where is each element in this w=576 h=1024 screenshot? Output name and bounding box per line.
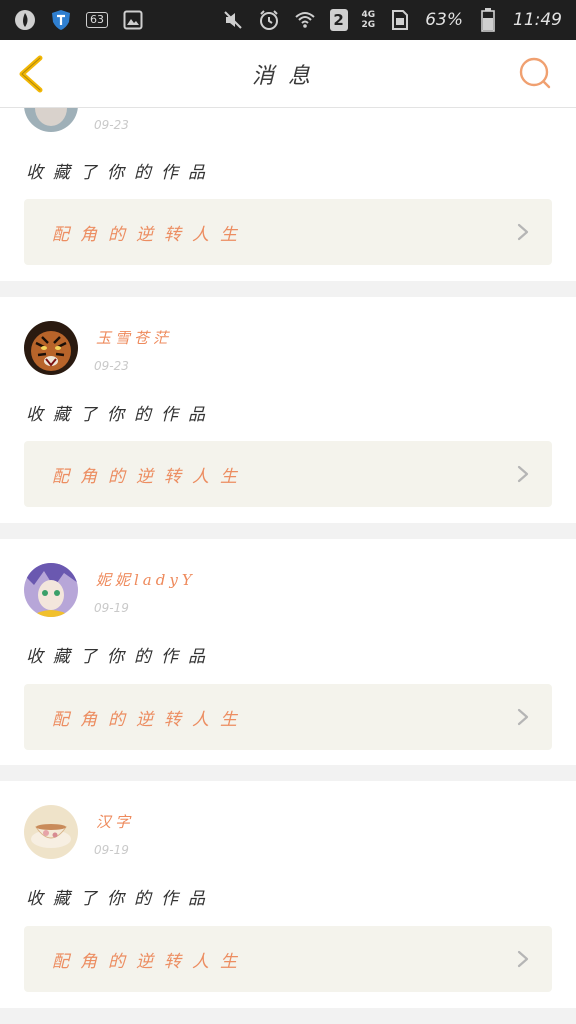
message-card: 汉字 09-19 收藏了你的作品 配角的逆转人生 (0, 781, 576, 1008)
message-username[interactable]: 妮妮ladyY (96, 569, 196, 590)
message-action-text: 收藏了你的作品 (26, 889, 215, 909)
work-link[interactable]: 配角的逆转人生 (24, 199, 552, 265)
search-button[interactable] (516, 54, 556, 94)
work-title: 配角的逆转人生 (52, 224, 248, 245)
network-type-top: 4G (361, 10, 376, 20)
chevron-right-icon (517, 223, 529, 241)
work-link[interactable]: 配角的逆转人生 (24, 926, 552, 992)
message-time: 09-19 (94, 601, 129, 615)
work-title: 配角的逆转人生 (52, 466, 248, 487)
avatar[interactable] (24, 321, 78, 375)
chevron-right-icon (517, 708, 529, 726)
chevron-left-icon (19, 55, 43, 93)
message-card: 妮妮ladyY 09-19 收藏了你的作品 配角的逆转人生 (0, 539, 576, 765)
shield-t-icon (50, 9, 72, 31)
message-username[interactable]: 玉雪苍茫 (96, 327, 172, 348)
message-time: 09-23 (94, 359, 129, 373)
avatar[interactable] (24, 563, 78, 617)
chevron-right-icon (517, 465, 529, 483)
alarm-icon (258, 9, 280, 31)
chevron-right-icon (517, 950, 529, 968)
message-action-text: 收藏了你的作品 (26, 647, 215, 667)
work-title: 配角的逆转人生 (52, 709, 248, 730)
status-bar: 63 2 4G 2G 63% 11:49 (0, 0, 576, 40)
work-link[interactable]: 配角的逆转人生 (24, 684, 552, 750)
sim2-icon: 2 (329, 9, 348, 31)
title-bar: 消息 (0, 40, 576, 108)
back-button[interactable] (14, 52, 54, 96)
message-action-text: 收藏了你的作品 (26, 405, 215, 425)
sim-card-icon (389, 9, 411, 31)
message-time: 09-23 (94, 118, 129, 132)
avatar[interactable] (24, 805, 78, 859)
notification-count-icon: 63 (86, 12, 108, 28)
signal-icon: 4G 2G (362, 10, 376, 30)
work-link[interactable]: 配角的逆转人生 (24, 441, 552, 507)
network-type-bottom: 2G (361, 20, 376, 30)
app-drop-icon (14, 9, 36, 31)
clock: 11:49 (513, 10, 562, 30)
wifi-icon (294, 9, 316, 31)
message-feed[interactable]: 09-23 收藏了你的作品 配角的逆转人生 玉雪苍茫 09-23 收藏了你的作品 (0, 0, 576, 1024)
search-icon (519, 57, 551, 89)
message-card: 玉雪苍茫 09-23 收藏了你的作品 配角的逆转人生 (0, 297, 576, 523)
mute-icon (222, 9, 244, 31)
message-time: 09-19 (94, 843, 129, 857)
page-title: 消息 (251, 63, 324, 89)
message-action-text: 收藏了你的作品 (26, 163, 215, 183)
message-username[interactable]: 汉字 (96, 811, 134, 832)
battery-icon (477, 8, 499, 32)
battery-percent: 63% (425, 10, 463, 30)
work-title: 配角的逆转人生 (52, 951, 248, 972)
image-icon (122, 9, 144, 31)
